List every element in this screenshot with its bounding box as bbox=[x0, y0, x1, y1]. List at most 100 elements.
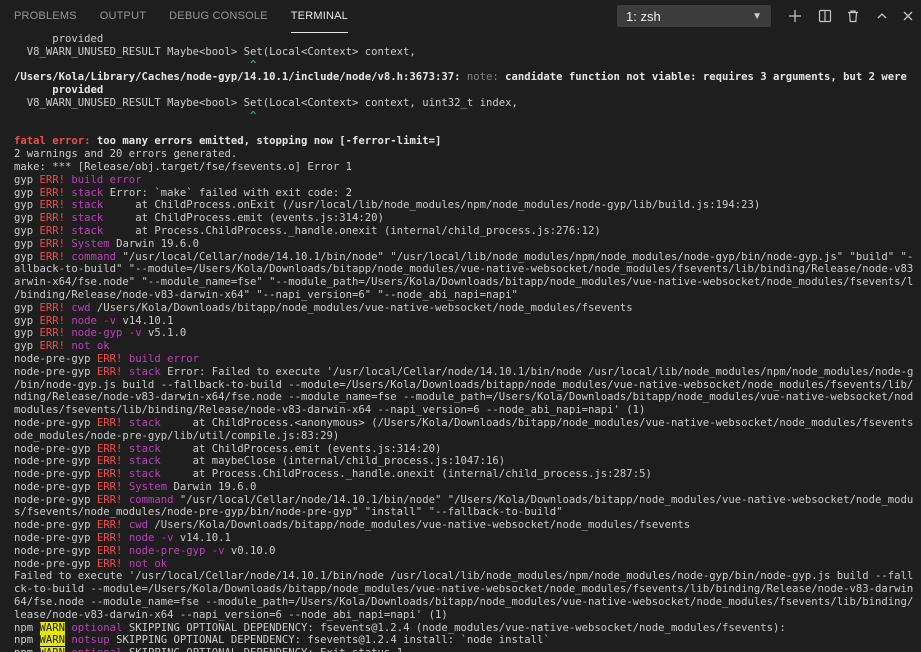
terminal-text: node-pre-gyp bbox=[14, 557, 97, 570]
terminal-line: node-pre-gyp ERR! stack Error: Failed to… bbox=[14, 366, 914, 379]
terminal-line: make: *** [Release/obj.target/fse/fseven… bbox=[14, 161, 914, 174]
terminal-text: v0.10.0 bbox=[224, 544, 276, 557]
terminal-line: allback-to-build" "--module=/Users/Kola/… bbox=[14, 263, 914, 276]
terminal-text: node-pre-gyp bbox=[14, 544, 97, 557]
terminal-text: gyp bbox=[14, 199, 40, 212]
terminal-text: V8_WARN_UNUSED_RESULT Maybe<bool> Set(Lo… bbox=[14, 45, 416, 58]
terminal-line: gyp ERR! build error bbox=[14, 174, 914, 187]
terminal-text: Error: Failed to execute '/usr/local/Cel… bbox=[160, 365, 914, 378]
terminal-text: at ChildProcess.onExit (/usr/local/lib/n… bbox=[103, 199, 761, 212]
plus-icon[interactable] bbox=[785, 6, 805, 26]
terminal-text: WARN bbox=[39, 634, 66, 647]
terminal-text: SKIPPING OPTIONAL DEPENDENCY: fsevents@1… bbox=[109, 634, 550, 647]
terminal-text: node -v bbox=[65, 314, 117, 327]
terminal-text: ERR! bbox=[39, 314, 66, 327]
terminal-text: SKIPPING OPTIONAL DEPENDENCY: fsevents@1… bbox=[122, 621, 786, 634]
terminal-text: at Process.ChildProcess._handle.onexit (… bbox=[103, 224, 601, 237]
terminal-line: node-pre-gyp ERR! command "/usr/local/Ce… bbox=[14, 494, 914, 507]
terminal-text: ERR! bbox=[96, 468, 123, 481]
terminal-text: modules/fsevents/lib/binding/Release/nod… bbox=[14, 404, 646, 417]
terminal-text: WARN bbox=[39, 647, 66, 652]
terminal-text: Darwin 19.6.0 bbox=[167, 480, 257, 493]
terminal-line: gyp ERR! stack at ChildProcess.onExit (/… bbox=[14, 199, 914, 212]
tab-terminal[interactable]: TERMINAL bbox=[290, 0, 348, 33]
terminal-text: 2 warnings and 20 errors generated. bbox=[14, 148, 238, 161]
terminal-line: V8_WARN_UNUSED_RESULT Maybe<bool> Set(Lo… bbox=[14, 97, 914, 110]
terminal-text: V8_WARN_UNUSED_RESULT Maybe<bool> Set(Lo… bbox=[14, 96, 518, 109]
terminal-text: ode_modules/node-pre-gyp/lib/util/compil… bbox=[14, 429, 340, 442]
terminal-text: node-gyp -v bbox=[65, 327, 142, 340]
terminal-text: candidate function not viable: requires … bbox=[505, 71, 907, 84]
split-icon[interactable] bbox=[815, 6, 835, 26]
terminal-text: Failed to execute '/usr/local/Cellar/nod… bbox=[14, 570, 914, 583]
terminal-line: npm WARN optional SKIPPING OPTIONAL DEPE… bbox=[14, 647, 914, 652]
terminal-line: node-pre-gyp ERR! stack at Process.Child… bbox=[14, 468, 914, 481]
terminal-line: gyp ERR! stack at Process.ChildProcess._… bbox=[14, 225, 914, 238]
terminal-text: cwd bbox=[122, 519, 148, 532]
terminal-text: ERR! bbox=[96, 352, 123, 365]
terminal-text: gyp bbox=[14, 250, 40, 263]
terminal-text: at ChildProcess.emit (events.js:314:20) bbox=[103, 212, 384, 225]
terminal-text: Darwin 19.6.0 bbox=[109, 237, 199, 250]
terminal-text: at ChildProcess.emit (events.js:314:20) bbox=[160, 442, 442, 455]
terminal-line: node-pre-gyp ERR! cwd /Users/Kola/Downlo… bbox=[14, 519, 914, 532]
terminal-text: SKIPPING OPTIONAL DEPENDENCY: Exit statu… bbox=[122, 647, 403, 652]
terminal-line: node-pre-gyp ERR! node -v v14.10.1 bbox=[14, 532, 914, 545]
terminal-line: gyp ERR! not ok bbox=[14, 340, 914, 353]
terminal-text: ERR! bbox=[96, 544, 123, 557]
terminal-text: WARN bbox=[39, 621, 66, 634]
terminal-line: node-pre-gyp ERR! stack at ChildProcess.… bbox=[14, 443, 914, 456]
terminal-text: ERR! bbox=[39, 186, 66, 199]
terminal-text: stack bbox=[122, 365, 161, 378]
tab-problems[interactable]: PROBLEMS bbox=[14, 0, 77, 33]
terminal-line: ck-to-build --module=/Users/Kola/Downloa… bbox=[14, 583, 914, 596]
chevron-up-icon[interactable] bbox=[872, 6, 892, 26]
terminal-text: gyp bbox=[14, 301, 40, 314]
terminal-line: ^ bbox=[14, 59, 914, 72]
terminal-text: build error bbox=[65, 173, 142, 186]
terminal-select[interactable]: 1: zsh ▼ bbox=[617, 5, 771, 27]
terminal-line: /binding/Release/node-v83-darwin-x64" "-… bbox=[14, 289, 914, 302]
terminal-text: /binding/Release/node-v83-darwin-x64" "-… bbox=[14, 288, 518, 301]
terminal-line: modules/fsevents/lib/binding/Release/nod… bbox=[14, 404, 914, 417]
terminal-text: node-pre-gyp bbox=[14, 455, 97, 468]
terminal-text: ERR! bbox=[39, 173, 66, 186]
terminal-text: gyp bbox=[14, 186, 40, 199]
terminal-line: provided bbox=[14, 84, 914, 97]
terminal-line: /bin/node-gyp.js build --fallback-to-bui… bbox=[14, 379, 914, 392]
terminal-line: node-pre-gyp ERR! stack at ChildProcess.… bbox=[14, 417, 914, 430]
terminal-text: cwd bbox=[65, 301, 91, 314]
terminal-text: ^ bbox=[14, 58, 257, 71]
trash-icon[interactable] bbox=[843, 6, 863, 26]
terminal-line: gyp ERR! cwd /Users/Kola/Downloads/bitap… bbox=[14, 302, 914, 315]
terminal-line: lease/node-v83-darwin-x64 --napi_version… bbox=[14, 609, 914, 622]
terminal-line: gyp ERR! stack at ChildProcess.emit (eve… bbox=[14, 212, 914, 225]
terminal-text: node-pre-gyp bbox=[14, 416, 97, 429]
terminal-text: gyp bbox=[14, 212, 40, 225]
terminal-text: at Process.ChildProcess._handle.onexit (… bbox=[160, 468, 652, 481]
terminal-text: ERR! bbox=[96, 493, 123, 506]
terminal-text: ERR! bbox=[39, 237, 66, 250]
terminal-text: lease/node-v83-darwin-x64 --napi_version… bbox=[14, 608, 448, 621]
terminal-text: ERR! bbox=[96, 416, 123, 429]
terminal-text: ERR! bbox=[39, 212, 66, 225]
terminal-text: fatal error: bbox=[14, 135, 97, 148]
terminal-text: node-pre-gyp bbox=[14, 493, 97, 506]
terminal-line: gyp ERR! command "/usr/local/Cellar/node… bbox=[14, 251, 914, 264]
panel-tabs: PROBLEMS OUTPUT DEBUG CONSOLE TERMINAL bbox=[14, 0, 371, 33]
terminal-text: npm bbox=[14, 621, 40, 634]
tab-debug-console[interactable]: DEBUG CONSOLE bbox=[169, 0, 268, 33]
terminal-text: ERR! bbox=[96, 532, 123, 545]
terminal-text: /Users/Kola/Library/Caches/node-gyp/14.1… bbox=[14, 71, 467, 84]
terminal-line: node-pre-gyp ERR! node-pre-gyp -v v0.10.… bbox=[14, 545, 914, 558]
terminal-text: command bbox=[122, 493, 174, 506]
terminal-text: stack bbox=[65, 186, 104, 199]
close-icon[interactable] bbox=[898, 6, 918, 26]
terminal-text: gyp bbox=[14, 340, 40, 353]
tab-output[interactable]: OUTPUT bbox=[100, 0, 146, 33]
terminal-text: ERR! bbox=[96, 455, 123, 468]
terminal-output[interactable]: provided V8_WARN_UNUSED_RESULT Maybe<boo… bbox=[14, 33, 914, 652]
terminal-text: s/fsevents/node_modules/node-pre-gyp/bin… bbox=[14, 506, 563, 519]
terminal-line: gyp ERR! node-gyp -v v5.1.0 bbox=[14, 327, 914, 340]
